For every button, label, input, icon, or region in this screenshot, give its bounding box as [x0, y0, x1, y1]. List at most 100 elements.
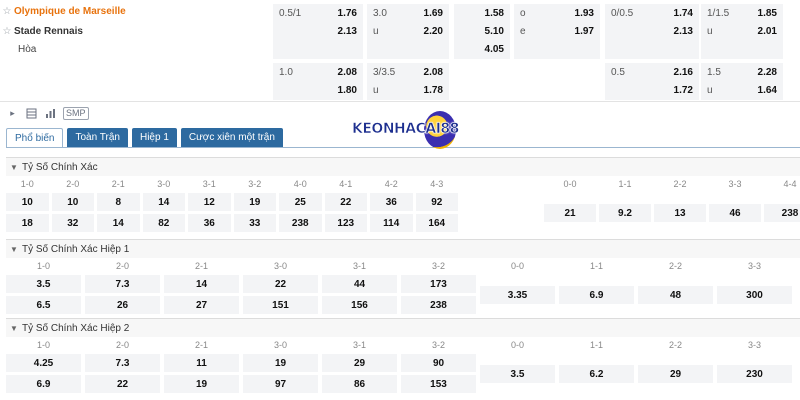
away-score-odds[interactable]: 153 — [401, 375, 476, 393]
home-score-odds[interactable]: 36 — [370, 193, 413, 211]
away-score-odds[interactable]: 97 — [243, 375, 318, 393]
draw-score-odds[interactable]: 9.2 — [599, 204, 651, 222]
home-score-odds[interactable]: 14 — [142, 193, 185, 211]
home-score-odds[interactable]: 19 — [233, 193, 276, 211]
away-score-odds[interactable]: 156 — [322, 296, 397, 314]
away-score-odds[interactable]: 238 — [279, 214, 322, 232]
favorite-star-icon[interactable]: ☆ — [0, 6, 14, 17]
home-score-odds[interactable]: 3.5 — [6, 275, 81, 293]
home-score-odds[interactable]: 10 — [51, 193, 94, 211]
chevron-down-icon[interactable]: ▼ — [10, 163, 22, 172]
chevron-down-icon[interactable]: ▼ — [10, 324, 22, 333]
away-score-odds[interactable]: 6.9 — [6, 375, 81, 393]
bar-chart-icon[interactable] — [44, 107, 57, 120]
home-team-name[interactable]: Olympique de Marseille — [14, 6, 126, 17]
away-team-name[interactable]: Stade Rennais — [14, 26, 83, 37]
draw-score-odds[interactable]: 230 — [717, 365, 792, 383]
away-score-odds[interactable]: 14 — [97, 214, 140, 232]
section-header[interactable]: ▼ Tỷ Số Chính Xác Hiệp 1 — [6, 240, 800, 258]
odds-cell[interactable]: 0.5 2.16 — [605, 63, 699, 82]
home-score-odds[interactable]: 4.25 — [6, 354, 81, 372]
tab-toan-tran[interactable]: Toàn Trận — [67, 128, 128, 147]
table-icon[interactable] — [25, 107, 38, 120]
odds-cell[interactable]: 2.13 — [605, 22, 699, 41]
draw-score-odds[interactable]: 21 — [544, 204, 596, 222]
home-score-odds[interactable]: 10 — [6, 193, 49, 211]
away-score-odds[interactable]: 151 — [243, 296, 318, 314]
odds-cell[interactable]: u 2.01 — [701, 22, 783, 41]
away-score-odds[interactable]: 22 — [85, 375, 160, 393]
odds-cell[interactable]: u 1.64 — [701, 81, 783, 100]
home-score-odds[interactable]: 22 — [324, 193, 367, 211]
home-score-odds[interactable]: 92 — [415, 193, 458, 211]
odds-cell[interactable]: 1.80 — [273, 81, 363, 100]
odds-cell[interactable]: 1.0 2.08 — [273, 63, 363, 82]
odds-cell[interactable]: 1/1.5 1.85 — [701, 4, 783, 23]
smp-button[interactable]: SMP — [63, 106, 89, 120]
home-score-odds[interactable]: 44 — [322, 275, 397, 293]
draw-score-odds[interactable]: 3.35 — [480, 286, 555, 304]
odds-cell[interactable]: 1.72 — [605, 81, 699, 100]
away-score-odds[interactable]: 238 — [401, 296, 476, 314]
home-score-odds[interactable]: 7.3 — [85, 275, 160, 293]
odds-cell[interactable]: 0/0.5 1.74 — [605, 4, 699, 23]
away-score-odds[interactable]: 123 — [324, 214, 367, 232]
home-score-odds[interactable]: 19 — [243, 354, 318, 372]
away-score-odds[interactable]: 164 — [415, 214, 458, 232]
away-score-odds[interactable]: 86 — [322, 375, 397, 393]
home-score-odds[interactable]: 90 — [401, 354, 476, 372]
away-score-odds[interactable]: 18 — [6, 214, 49, 232]
home-score-odds[interactable]: 11 — [164, 354, 239, 372]
away-score-odds[interactable]: 6.5 — [6, 296, 81, 314]
draw-score-odds[interactable]: 6.2 — [559, 365, 634, 383]
tab-hiep-1[interactable]: Hiệp 1 — [131, 128, 177, 147]
home-score-odds[interactable]: 7.3 — [85, 354, 160, 372]
odds-cell[interactable]: e 1.97 — [514, 22, 600, 41]
odds-cell[interactable]: 1.58 — [454, 4, 510, 23]
odds-cell[interactable]: u 2.20 — [367, 22, 449, 41]
draw-score-odds[interactable]: 6.9 — [559, 286, 634, 304]
divider — [0, 101, 800, 102]
draw-score-odds[interactable]: 48 — [638, 286, 713, 304]
chevron-down-icon[interactable]: ▼ — [10, 245, 22, 254]
odds-cell[interactable]: 1.5 2.28 — [701, 63, 783, 82]
away-score-odds[interactable]: 27 — [164, 296, 239, 314]
odds-cell[interactable]: u 1.78 — [367, 81, 449, 100]
home-score-odds[interactable]: 22 — [243, 275, 318, 293]
odds-cell[interactable]: 4.05 — [454, 40, 510, 59]
home-score-odds[interactable]: 14 — [164, 275, 239, 293]
score-header: 1-1 — [618, 179, 632, 189]
draw-score-odds[interactable]: 29 — [638, 365, 713, 383]
away-score-odds[interactable]: 82 — [142, 214, 185, 232]
away-score-odds[interactable]: 36 — [188, 214, 231, 232]
draw-score-odds[interactable]: 300 — [717, 286, 792, 304]
odds-cell[interactable]: 3.0 1.69 — [367, 4, 449, 23]
tab-pho-bien[interactable]: Phổ biến — [6, 128, 64, 147]
tab-cuoc-xien[interactable]: Cược xiên một trận — [180, 128, 283, 147]
home-score-odds[interactable]: 29 — [322, 354, 397, 372]
away-score-odds[interactable]: 32 — [51, 214, 94, 232]
section-header[interactable]: ▼ Tỷ Số Chính Xác Hiệp 2 — [6, 319, 800, 337]
play-icon[interactable]: ▸ — [6, 107, 19, 120]
section-header[interactable]: ▼ Tỷ Số Chính Xác — [6, 158, 800, 176]
odds-cell[interactable]: 5.10 — [454, 22, 510, 41]
odds-cell[interactable]: o 1.93 — [514, 4, 600, 23]
draw-score-odds[interactable]: 3.5 — [480, 365, 555, 383]
odds-cell[interactable]: 3/3.5 2.08 — [367, 63, 449, 82]
top-odds-table: ☆ Olympique de Marseille ☆ Stade Rennais… — [0, 0, 800, 101]
favorite-star-icon[interactable]: ☆ — [0, 26, 14, 37]
odds-value: 2.08 — [337, 67, 357, 78]
odds-cell[interactable]: 2.13 — [273, 22, 363, 41]
odds-cell[interactable]: 0.5/1 1.76 — [273, 4, 363, 23]
draw-score-odds[interactable]: 46 — [709, 204, 761, 222]
draw-score-odds[interactable]: 13 — [654, 204, 706, 222]
home-score-odds[interactable]: 12 — [188, 193, 231, 211]
home-score-odds[interactable]: 173 — [401, 275, 476, 293]
away-score-odds[interactable]: 19 — [164, 375, 239, 393]
home-score-odds[interactable]: 25 — [279, 193, 322, 211]
home-score-odds[interactable]: 8 — [97, 193, 140, 211]
away-score-odds[interactable]: 114 — [370, 214, 413, 232]
away-score-odds[interactable]: 33 — [233, 214, 276, 232]
draw-score-odds[interactable]: 238 — [764, 204, 800, 222]
away-score-odds[interactable]: 26 — [85, 296, 160, 314]
